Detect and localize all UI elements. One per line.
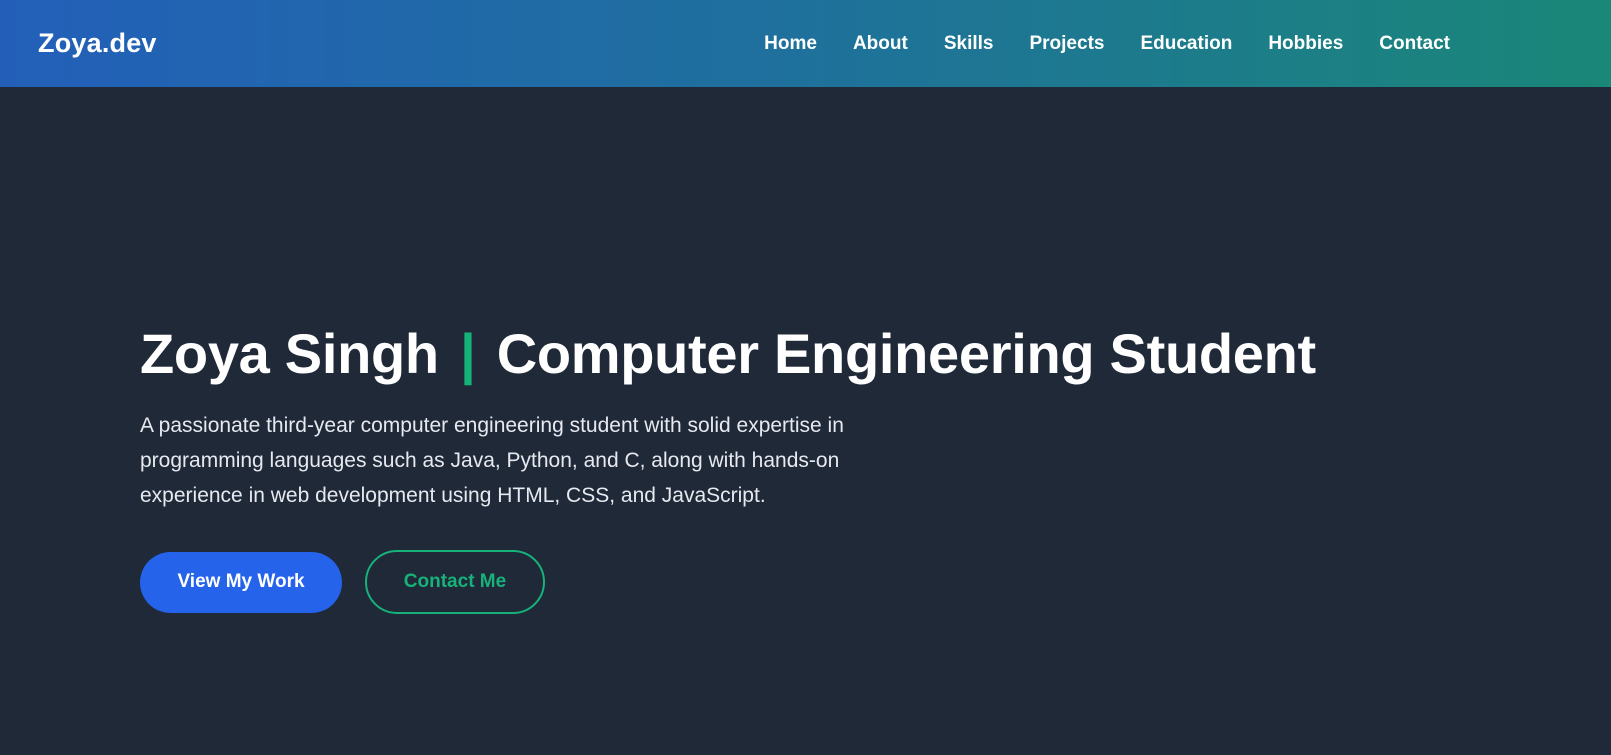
hero-section: Zoya Singh | Computer Engineering Studen… xyxy=(140,322,1480,614)
nav-link-education[interactable]: Education xyxy=(1140,33,1232,55)
nav-item-home: Home xyxy=(764,33,817,55)
hero-description: A passionate third-year computer enginee… xyxy=(140,414,844,507)
top-navbar: Zoya.dev Home About Skills Projects Educ… xyxy=(0,0,1611,87)
view-my-work-button[interactable]: View My Work xyxy=(140,551,342,613)
nav-item-projects: Projects xyxy=(1029,33,1104,55)
nav-item-hobbies: Hobbies xyxy=(1268,33,1343,55)
nav-link-projects[interactable]: Projects xyxy=(1029,33,1104,55)
nav-link-skills[interactable]: Skills xyxy=(944,33,994,55)
nav-menu: Home About Skills Projects Education Hob… xyxy=(728,0,1450,87)
hero-button-row: View My Work Contact Me xyxy=(140,550,1480,614)
contact-me-button[interactable]: Contact Me xyxy=(365,550,545,614)
hero-name: Zoya Singh xyxy=(140,322,439,385)
nav-item-about: About xyxy=(853,33,908,55)
nav-item-contact: Contact xyxy=(1379,33,1450,55)
brand-logo-link[interactable]: Zoya.dev xyxy=(38,28,157,59)
nav-link-hobbies[interactable]: Hobbies xyxy=(1268,33,1343,55)
nav-item-skills: Skills xyxy=(944,33,994,55)
nav-link-home[interactable]: Home xyxy=(764,33,817,55)
nav-link-about[interactable]: About xyxy=(853,33,908,55)
hero-title: Zoya Singh | Computer Engineering Studen… xyxy=(140,322,1480,386)
hero-role: Computer Engineering Student xyxy=(496,322,1316,385)
nav-link-contact[interactable]: Contact xyxy=(1379,33,1450,55)
hero-title-separator: | xyxy=(460,322,476,385)
nav-item-education: Education xyxy=(1140,33,1232,55)
